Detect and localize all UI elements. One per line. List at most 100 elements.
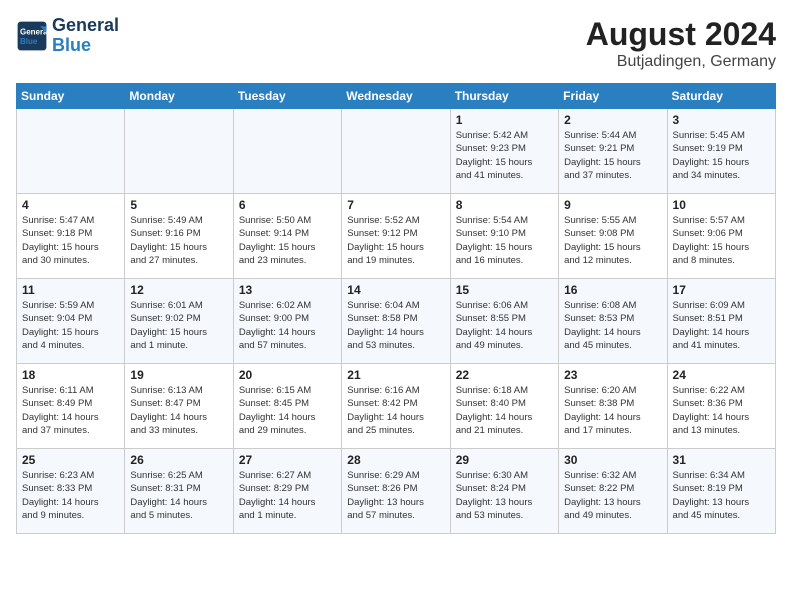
calendar-cell: 12Sunrise: 6:01 AM Sunset: 9:02 PM Dayli… <box>125 279 233 364</box>
day-info: Sunrise: 6:11 AM Sunset: 8:49 PM Dayligh… <box>22 384 119 437</box>
calendar-cell: 7 Sunrise: 5:52 AM Sunset: 9:12 PM Daylig… <box>342 194 450 279</box>
day-number: 27 <box>239 453 336 467</box>
calendar-cell: 9Sunrise: 5:55 AM Sunset: 9:08 PM Daylig… <box>559 194 667 279</box>
day-info: Sunrise: 6:04 AM Sunset: 8:58 PM Dayligh… <box>347 299 444 352</box>
day-info: Sunrise: 6:22 AM Sunset: 8:36 PM Dayligh… <box>673 384 770 437</box>
day-info: Sunrise: 5:47 AM Sunset: 9:18 PM Dayligh… <box>22 214 119 267</box>
calendar-cell: 22 Sunrise: 6:18 AM Sunset: 8:40 PM Dayli… <box>450 364 558 449</box>
day-info: Sunrise: 5:42 AM Sunset: 9:23 PM Dayligh… <box>456 129 553 182</box>
day-number: 12 <box>130 283 227 297</box>
day-info: Sunrise: 6:32 AM Sunset: 8:22 PM Dayligh… <box>564 469 661 522</box>
calendar-cell: 26Sunrise: 6:25 AM Sunset: 8:31 PM Dayli… <box>125 449 233 534</box>
calendar-cell: 24 Sunrise: 6:22 AM Sunset: 8:36 PM Dayli… <box>667 364 775 449</box>
day-number: 21 <box>347 368 444 382</box>
day-number: 25 <box>22 453 119 467</box>
calendar-cell: 27 Sunrise: 6:27 AM Sunset: 8:29 PM Dayli… <box>233 449 341 534</box>
day-info: Sunrise: 6:20 AM Sunset: 8:38 PM Dayligh… <box>564 384 661 437</box>
day-number: 23 <box>564 368 661 382</box>
day-number: 24 <box>673 368 770 382</box>
calendar-cell: 18 Sunrise: 6:11 AM Sunset: 8:49 PM Dayli… <box>17 364 125 449</box>
weekday-header-tuesday: Tuesday <box>233 84 341 109</box>
day-number: 31 <box>673 453 770 467</box>
calendar-cell: 21Sunrise: 6:16 AM Sunset: 8:42 PM Dayli… <box>342 364 450 449</box>
day-number: 1 <box>456 113 553 127</box>
weekday-header-saturday: Saturday <box>667 84 775 109</box>
day-info: Sunrise: 6:06 AM Sunset: 8:55 PM Dayligh… <box>456 299 553 352</box>
calendar-cell: 15 Sunrise: 6:06 AM Sunset: 8:55 PM Dayli… <box>450 279 558 364</box>
weekday-header-sunday: Sunday <box>17 84 125 109</box>
calendar-cell <box>233 109 341 194</box>
calendar-cell: 14 Sunrise: 6:04 AM Sunset: 8:58 PM Dayli… <box>342 279 450 364</box>
day-info: Sunrise: 5:54 AM Sunset: 9:10 PM Dayligh… <box>456 214 553 267</box>
day-number: 13 <box>239 283 336 297</box>
calendar-cell: 8 Sunrise: 5:54 AM Sunset: 9:10 PM Daylig… <box>450 194 558 279</box>
svg-text:Blue: Blue <box>20 37 38 46</box>
calendar-cell: 4 Sunrise: 5:47 AM Sunset: 9:18 PM Daylig… <box>17 194 125 279</box>
calendar-cell: 19Sunrise: 6:13 AM Sunset: 8:47 PM Dayli… <box>125 364 233 449</box>
day-info: Sunrise: 6:08 AM Sunset: 8:53 PM Dayligh… <box>564 299 661 352</box>
calendar-cell: 10 Sunrise: 5:57 AM Sunset: 9:06 PM Dayli… <box>667 194 775 279</box>
day-number: 28 <box>347 453 444 467</box>
calendar-cell: 30 Sunrise: 6:32 AM Sunset: 8:22 PM Dayli… <box>559 449 667 534</box>
day-number: 10 <box>673 198 770 212</box>
day-number: 29 <box>456 453 553 467</box>
calendar-cell: 25 Sunrise: 6:23 AM Sunset: 8:33 PM Dayli… <box>17 449 125 534</box>
week-row-4: 18 Sunrise: 6:11 AM Sunset: 8:49 PM Dayli… <box>17 364 776 449</box>
day-number: 3 <box>673 113 770 127</box>
day-info: Sunrise: 6:27 AM Sunset: 8:29 PM Dayligh… <box>239 469 336 522</box>
day-info: Sunrise: 6:09 AM Sunset: 8:51 PM Dayligh… <box>673 299 770 352</box>
logo: General Blue General Blue <box>16 16 119 56</box>
week-row-3: 11Sunrise: 5:59 AM Sunset: 9:04 PM Dayli… <box>17 279 776 364</box>
weekday-header-monday: Monday <box>125 84 233 109</box>
day-info: Sunrise: 6:25 AM Sunset: 8:31 PM Dayligh… <box>130 469 227 522</box>
day-number: 16 <box>564 283 661 297</box>
day-number: 7 <box>347 198 444 212</box>
day-info: Sunrise: 5:52 AM Sunset: 9:12 PM Dayligh… <box>347 214 444 267</box>
day-info: Sunrise: 6:23 AM Sunset: 8:33 PM Dayligh… <box>22 469 119 522</box>
day-number: 18 <box>22 368 119 382</box>
calendar-cell: 2Sunrise: 5:44 AM Sunset: 9:21 PM Daylig… <box>559 109 667 194</box>
day-number: 5 <box>130 198 227 212</box>
day-number: 30 <box>564 453 661 467</box>
week-row-1: 1 Sunrise: 5:42 AM Sunset: 9:23 PM Daylig… <box>17 109 776 194</box>
calendar-cell: 17Sunrise: 6:09 AM Sunset: 8:51 PM Dayli… <box>667 279 775 364</box>
day-info: Sunrise: 6:15 AM Sunset: 8:45 PM Dayligh… <box>239 384 336 437</box>
calendar-cell: 23 Sunrise: 6:20 AM Sunset: 8:38 PM Dayli… <box>559 364 667 449</box>
week-row-5: 25 Sunrise: 6:23 AM Sunset: 8:33 PM Dayli… <box>17 449 776 534</box>
calendar-cell: 28 Sunrise: 6:29 AM Sunset: 8:26 PM Dayli… <box>342 449 450 534</box>
day-info: Sunrise: 6:18 AM Sunset: 8:40 PM Dayligh… <box>456 384 553 437</box>
day-number: 9 <box>564 198 661 212</box>
page-header: General Blue General Blue August 2024 Bu… <box>16 16 776 71</box>
calendar-cell: 3Sunrise: 5:45 AM Sunset: 9:19 PM Daylig… <box>667 109 775 194</box>
month-year-title: August 2024 <box>586 16 776 53</box>
day-number: 22 <box>456 368 553 382</box>
logo-icon: General Blue <box>16 20 48 52</box>
calendar-cell: 5Sunrise: 5:49 AM Sunset: 9:16 PM Daylig… <box>125 194 233 279</box>
calendar-cell: 20 Sunrise: 6:15 AM Sunset: 8:45 PM Dayli… <box>233 364 341 449</box>
day-number: 8 <box>456 198 553 212</box>
day-number: 14 <box>347 283 444 297</box>
weekday-header-thursday: Thursday <box>450 84 558 109</box>
weekday-header-wednesday: Wednesday <box>342 84 450 109</box>
calendar-cell: 16 Sunrise: 6:08 AM Sunset: 8:53 PM Dayli… <box>559 279 667 364</box>
title-block: August 2024 Butjadingen, Germany <box>586 16 776 71</box>
calendar-cell <box>342 109 450 194</box>
day-number: 15 <box>456 283 553 297</box>
day-info: Sunrise: 6:29 AM Sunset: 8:26 PM Dayligh… <box>347 469 444 522</box>
weekday-header-friday: Friday <box>559 84 667 109</box>
day-number: 20 <box>239 368 336 382</box>
day-number: 4 <box>22 198 119 212</box>
calendar-cell <box>17 109 125 194</box>
logo-text: General Blue <box>52 16 119 56</box>
day-info: Sunrise: 5:57 AM Sunset: 9:06 PM Dayligh… <box>673 214 770 267</box>
calendar-cell: 29 Sunrise: 6:30 AM Sunset: 8:24 PM Dayli… <box>450 449 558 534</box>
day-info: Sunrise: 5:59 AM Sunset: 9:04 PM Dayligh… <box>22 299 119 352</box>
day-info: Sunrise: 6:30 AM Sunset: 8:24 PM Dayligh… <box>456 469 553 522</box>
location-subtitle: Butjadingen, Germany <box>586 53 776 71</box>
calendar-cell: 31 Sunrise: 6:34 AM Sunset: 8:19 PM Dayli… <box>667 449 775 534</box>
calendar-cell: 13 Sunrise: 6:02 AM Sunset: 9:00 PM Dayli… <box>233 279 341 364</box>
week-row-2: 4 Sunrise: 5:47 AM Sunset: 9:18 PM Daylig… <box>17 194 776 279</box>
calendar-table: SundayMondayTuesdayWednesdayThursdayFrid… <box>16 83 776 534</box>
day-info: Sunrise: 6:34 AM Sunset: 8:19 PM Dayligh… <box>673 469 770 522</box>
day-info: Sunrise: 6:02 AM Sunset: 9:00 PM Dayligh… <box>239 299 336 352</box>
